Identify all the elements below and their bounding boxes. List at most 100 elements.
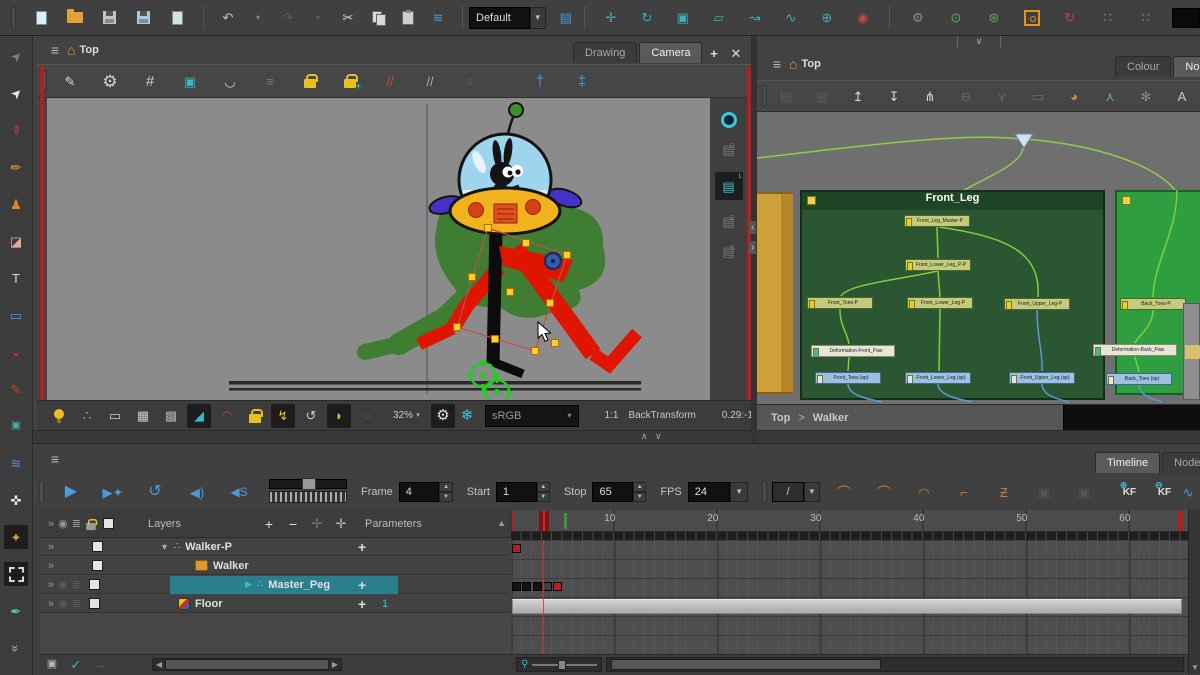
fps-input[interactable]: 24 [688, 482, 730, 502]
row-stack-icon[interactable]: ≣ [72, 578, 81, 591]
sound-scrub-button[interactable]: ◀S [227, 480, 251, 504]
add-drawing-layer-icon[interactable]: ✛ [305, 512, 329, 536]
node-home-icon[interactable]: ⌂ [789, 56, 797, 72]
panel-collapse-up-icon[interactable]: ∧ [641, 431, 648, 442]
grid-overlay-icon[interactable]: ▦ [131, 404, 155, 428]
solo-mode-icon[interactable]: ◉ [58, 517, 68, 530]
paint-mode-icon[interactable]: ◗ [327, 404, 351, 428]
stop-input[interactable]: 65 [592, 482, 633, 502]
transform-tool[interactable]: ➤ [4, 44, 28, 68]
volume-slider[interactable] [269, 479, 347, 505]
open-scene-icon[interactable] [63, 6, 87, 30]
breadcrumb-item-walker[interactable]: Walker [813, 412, 849, 424]
composite-icon[interactable]: ◕ [1062, 84, 1086, 108]
new-scene-icon[interactable] [29, 6, 53, 30]
redo-dropdown-icon[interactable]: ▾ [306, 6, 330, 30]
exposure-bar-floor[interactable] [512, 599, 1182, 614]
add-layer-button[interactable]: + [257, 512, 281, 536]
ruler-icon[interactable]: ◢ [187, 404, 211, 428]
ease-curve-icon[interactable]: ◠ [912, 480, 936, 504]
flatten-dim-icon[interactable]: ▣ [1032, 480, 1056, 504]
camera-tab-camera[interactable]: Camera [639, 42, 702, 63]
keyframe-frame-1[interactable] [512, 544, 521, 553]
frame-spinner[interactable]: ▲▼ [439, 482, 452, 502]
node-front-lower-leg-p[interactable]: Front_Lower_Leg-P [907, 297, 973, 309]
panel-collapse-down-icon[interactable]: ∨ [655, 431, 662, 442]
camera-canvas[interactable] [47, 98, 710, 400]
node-front-lower-leg-p-p[interactable]: Front_Lower_Leg_P-P [905, 259, 971, 271]
node-tab-node[interactable]: Node [1173, 56, 1200, 77]
transform-box-icon[interactable] [1020, 6, 1044, 30]
undo-dropdown-icon[interactable]: ▾ [246, 6, 270, 30]
render-snowflake-icon[interactable]: ❄ [455, 404, 479, 428]
scale-icon[interactable]: ▣ [671, 6, 695, 30]
ease-in-icon[interactable]: ⌒ [832, 480, 856, 504]
fps-dropdown-icon[interactable]: ▼ [730, 482, 748, 502]
layer-enable-checkbox[interactable] [89, 579, 100, 590]
layer-row-master_peg[interactable]: »◉≣▶∴Master_Peg+ [40, 576, 510, 594]
outline-mode-icon[interactable]: ▩ [159, 404, 183, 428]
brush-tool[interactable]: ✏ [4, 118, 28, 142]
show-selection-icon[interactable]: ▣ [40, 653, 64, 675]
copy-icon[interactable] [366, 6, 390, 30]
view-mode-b-icon[interactable]: ▤B [722, 244, 734, 260]
playback-toolbar-grip[interactable] [39, 481, 44, 503]
dim-grid-icon[interactable]: ▤ [774, 84, 798, 108]
render-play-button[interactable]: ▶✦ [101, 480, 125, 504]
delete-layer-button[interactable]: − [281, 512, 305, 536]
frames-grid[interactable] [510, 540, 1188, 654]
export-icon[interactable] [165, 6, 189, 30]
tool-presets-icon[interactable]: ⚙ [906, 6, 930, 30]
layers-hscrollbar[interactable]: ◀ ▶ [152, 658, 342, 671]
text-tool[interactable]: T [4, 266, 28, 290]
set-ease-icon[interactable]: Ƶ [992, 480, 1016, 504]
start-input[interactable]: 1 [496, 482, 537, 502]
node-canvas[interactable]: Front_Leg [757, 112, 1200, 404]
add-peg-icon[interactable]: ⊙ [944, 6, 968, 30]
redo-icon[interactable]: ↷ [276, 6, 300, 30]
settings-gear-icon[interactable]: ⚙ [98, 69, 122, 93]
dropper-tool[interactable]: ✎ [4, 377, 28, 401]
home-icon[interactable]: ⌂ [67, 42, 75, 58]
colorspace-select[interactable]: sRGB ▾ [485, 405, 579, 427]
render-gear-icon[interactable]: ⚙ [431, 404, 455, 428]
node-front-lower-leg-sp-[interactable]: Front_Lower_Leg (sp) [905, 372, 971, 384]
row-solo-icon[interactable]: ◉ [58, 578, 68, 591]
keyframe-frame-5[interactable] [553, 582, 562, 591]
stroke-curve-icon[interactable]: ◠ [215, 404, 239, 428]
zoom-dropdown-icon[interactable]: ▾ [413, 404, 423, 428]
layer-enable-checkbox[interactable] [92, 541, 103, 552]
camera-mask-icon[interactable]: ▭ [103, 404, 127, 428]
timeline-menu-icon[interactable]: ≡ [43, 447, 67, 471]
divider-left-arrow[interactable]: ‹ [749, 221, 756, 234]
row-expand-data-icon[interactable]: » [48, 579, 54, 591]
row-expand-data-icon[interactable]: » [48, 560, 54, 572]
auto-apply-icon[interactable]: ↯ [271, 404, 295, 428]
stop-spinner[interactable]: ▲▼ [633, 482, 646, 502]
paint-tool[interactable]: ◒ [4, 340, 28, 364]
top-light-icon[interactable]: ≡ [258, 69, 282, 93]
tree-icon[interactable]: ⋎ [990, 84, 1014, 108]
flag-icon[interactable]: ▭ [1026, 84, 1050, 108]
keyframe-frame-2[interactable] [522, 582, 531, 591]
layers-vscroll-up[interactable]: ▲ [497, 518, 506, 528]
pivot-icon[interactable]: ⊕ [815, 6, 839, 30]
spline-icon[interactable]: ∿ [779, 6, 803, 30]
paste-dim-icon[interactable]: ▣ [1072, 480, 1096, 504]
stop-frame-marker[interactable] [1178, 511, 1183, 531]
reset-view-icon[interactable]: ↺ [299, 404, 323, 428]
layer-add-param-button[interactable]: + [358, 577, 366, 593]
spread-children-icon[interactable]: ⋔ [918, 84, 942, 108]
node-menu-icon[interactable]: ≡ [765, 52, 789, 76]
onion-skin-icon[interactable]: ◡ [218, 69, 242, 93]
render-preview-icon[interactable]: ∴ [75, 404, 99, 428]
start-frame-marker[interactable] [512, 511, 514, 531]
ease-custom-icon[interactable]: ⌐ [952, 480, 976, 504]
line-tool-button[interactable]: / [772, 482, 804, 502]
brush-preset-icon[interactable]: ≋ [426, 6, 450, 30]
divider-right-arrow[interactable]: › [749, 241, 756, 254]
symmetry-h-icon[interactable]: ‡ [570, 69, 594, 93]
symmetry-v-icon[interactable]: † [528, 69, 552, 93]
rigging-tool[interactable]: ✦ [4, 525, 28, 549]
layer-row-floor[interactable]: »◉≣Floor+1 [40, 595, 510, 613]
